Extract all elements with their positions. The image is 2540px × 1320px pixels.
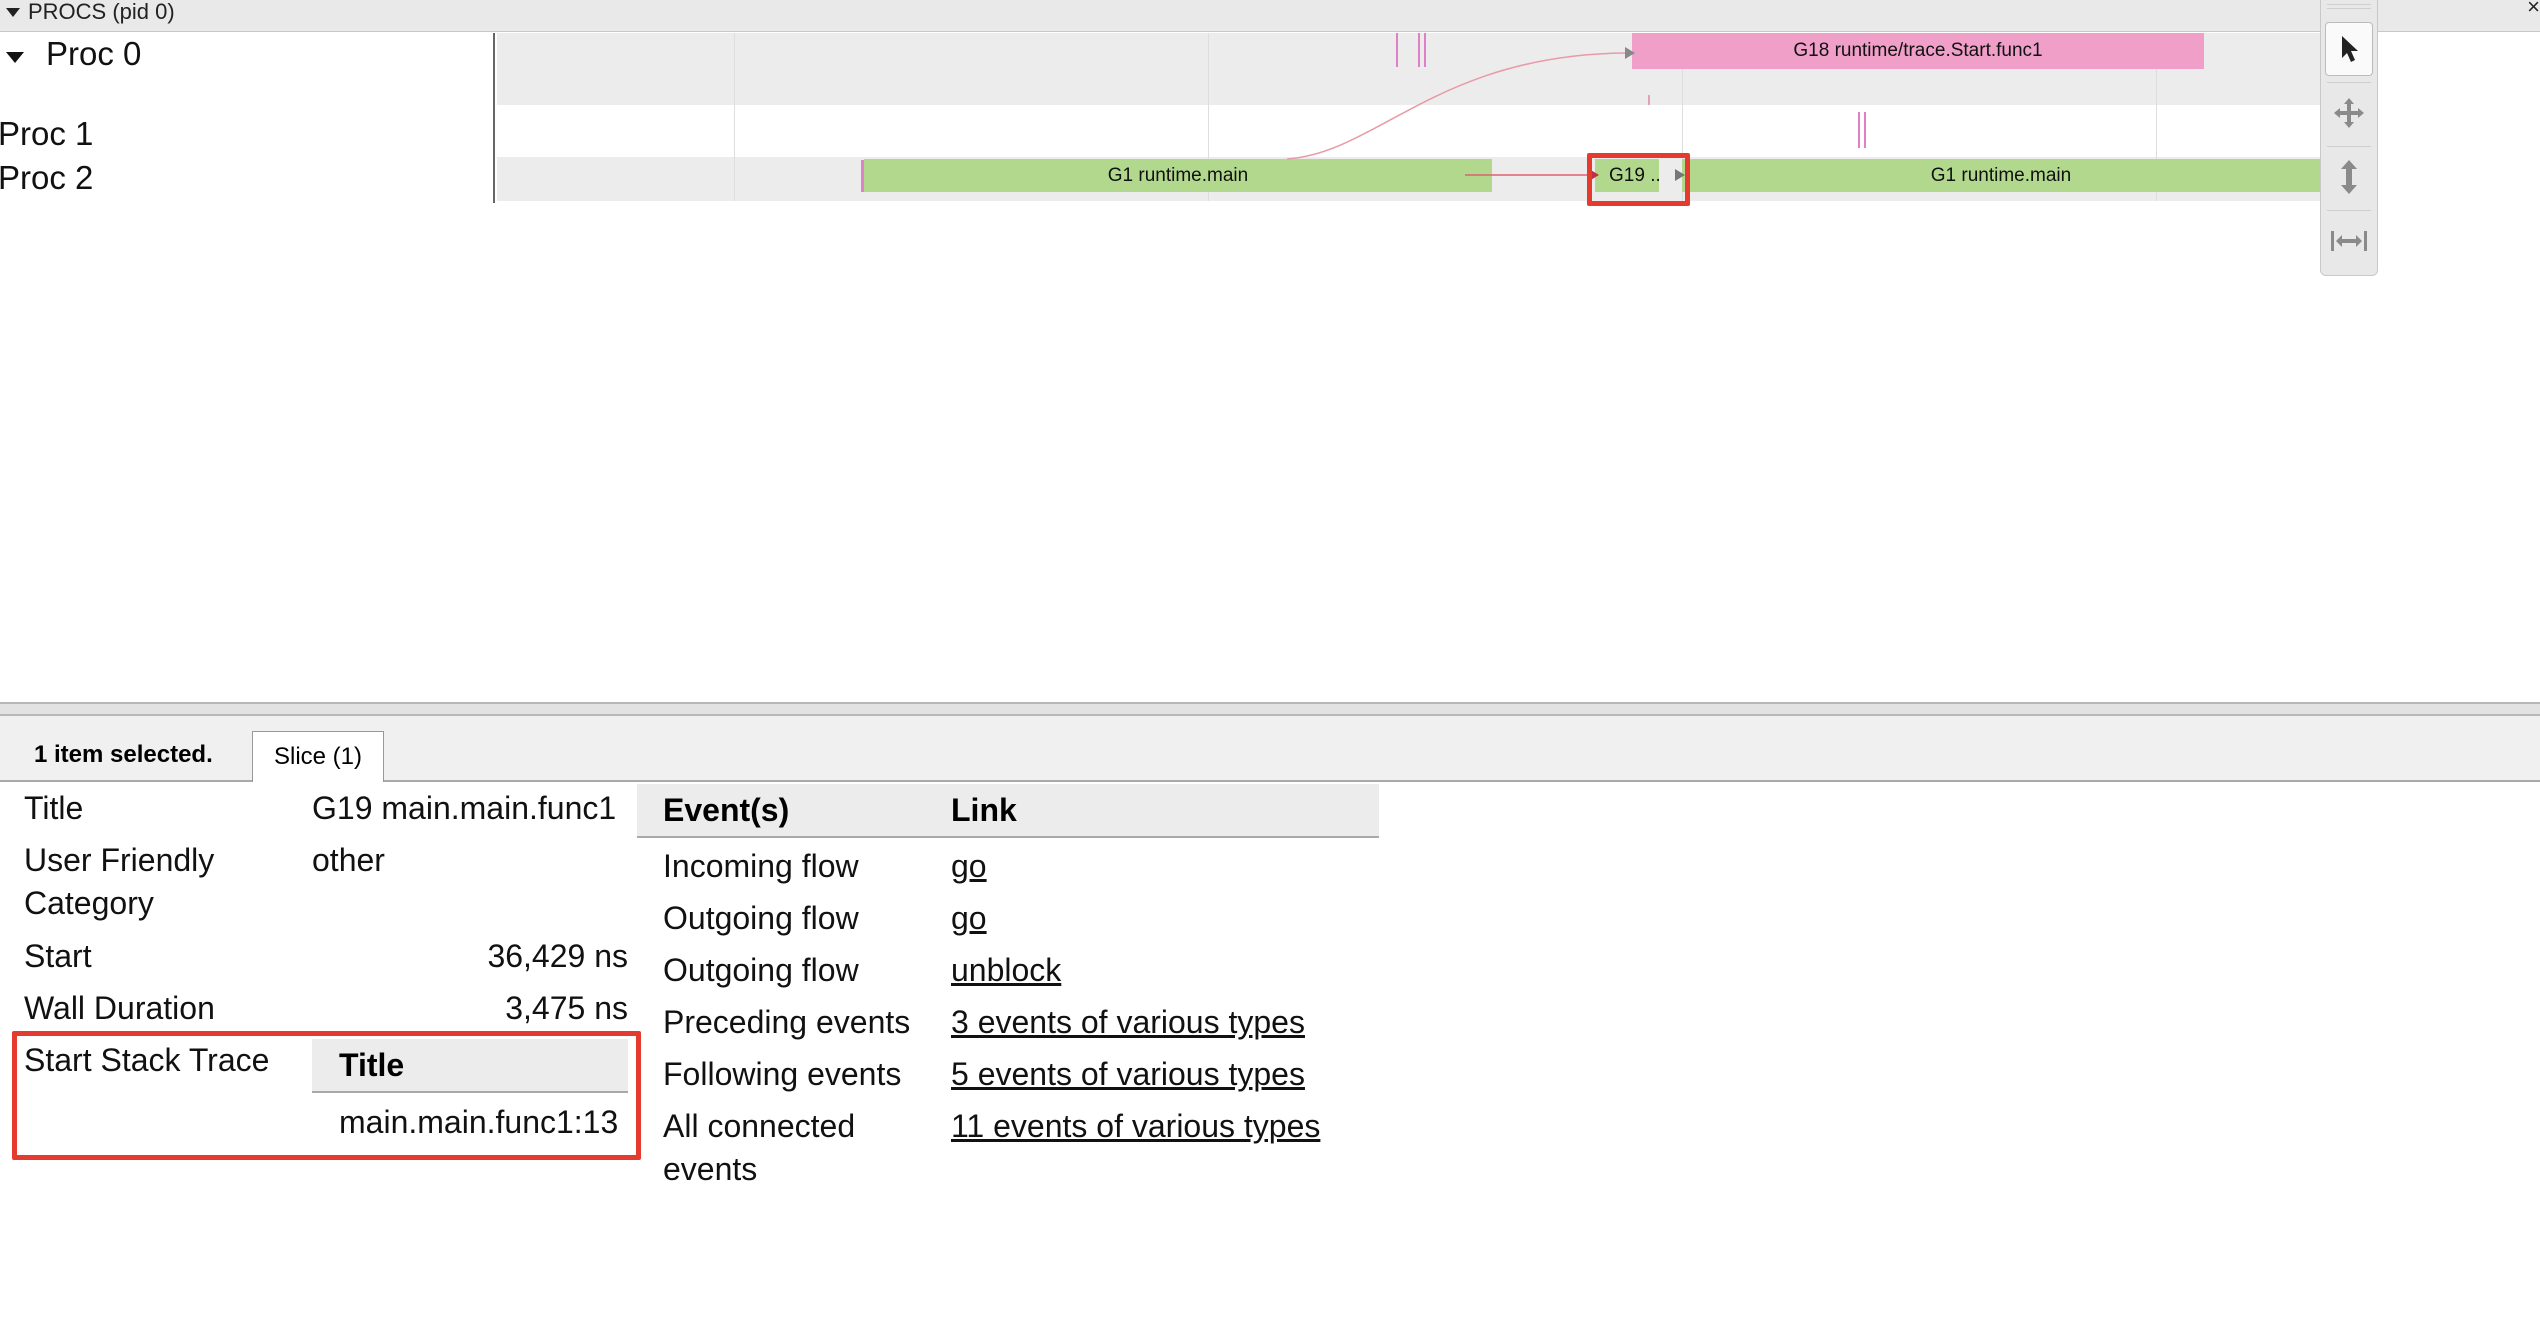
start-key: Start xyxy=(24,938,92,974)
palette-grip xyxy=(2327,4,2371,5)
process-header[interactable]: PROCS (pid 0) xyxy=(0,0,2540,32)
timing-icon xyxy=(2331,231,2367,251)
title-value: G19 main.main.func1 xyxy=(312,790,617,826)
start-value: 36,429 ns xyxy=(487,938,628,974)
highlight-box-stack-trace xyxy=(12,1031,641,1160)
tool-separator xyxy=(2327,146,2371,147)
flow-arrow-go xyxy=(1286,52,1626,160)
event-row-link[interactable]: 5 events of various types xyxy=(951,1056,1305,1093)
zoom-icon xyxy=(2341,160,2357,194)
pointer-tool-button[interactable] xyxy=(2325,22,2373,76)
track-label-proc0[interactable]: Proc 0 xyxy=(46,35,141,73)
event-row-label-line2: events xyxy=(663,1151,758,1187)
event-row-label: Preceding events xyxy=(663,1004,911,1040)
flow-arrows xyxy=(1286,47,1685,181)
track-label-proc2[interactable]: Proc 2 xyxy=(0,159,93,197)
user-friendly-category-key-line1: User Friendly xyxy=(24,842,215,878)
highlight-box-g19 xyxy=(1587,153,1690,206)
event-row-label: All connected xyxy=(663,1108,856,1144)
event-row-link[interactable]: go xyxy=(951,848,987,885)
palette-grip xyxy=(2327,8,2371,9)
flow-arrowhead xyxy=(1625,47,1635,59)
process-header-label: PROCS (pid 0) xyxy=(28,0,175,24)
panel-splitter[interactable] xyxy=(0,702,2540,716)
event-row-label: Outgoing flow xyxy=(663,900,859,936)
wall-duration-key: Wall Duration xyxy=(24,990,215,1026)
user-friendly-category-value: other xyxy=(312,842,385,878)
timing-tool-button[interactable] xyxy=(2325,214,2373,268)
zoom-tool-button[interactable] xyxy=(2325,150,2373,204)
tool-palette xyxy=(2320,0,2378,276)
events-table-header: Event(s) Link xyxy=(637,784,1379,838)
wall-duration-value: 3,475 ns xyxy=(505,990,628,1026)
collapse-arrow-icon[interactable] xyxy=(6,8,20,17)
event-row-link[interactable]: 3 events of various types xyxy=(951,1004,1305,1041)
event-row-link[interactable]: unblock xyxy=(951,952,1061,989)
event-row-link[interactable]: 11 events of various types xyxy=(951,1108,1320,1145)
pan-tool-button[interactable] xyxy=(2325,86,2373,140)
close-icon[interactable]: × xyxy=(2527,0,2540,20)
title-key: Title xyxy=(24,790,84,826)
proc0-collapse-arrow-icon[interactable] xyxy=(6,52,24,63)
user-friendly-category-key-line2: Category xyxy=(24,885,154,921)
event-row-label: Following events xyxy=(663,1056,902,1092)
events-column-event: Event(s) xyxy=(663,792,790,828)
pan-icon xyxy=(2334,98,2364,128)
selection-count: 1 item selected. xyxy=(34,741,213,768)
tool-separator xyxy=(2327,210,2371,211)
pointer-icon xyxy=(2342,36,2358,62)
tab-slice[interactable]: Slice (1) xyxy=(252,731,384,782)
tool-separator xyxy=(2327,82,2371,83)
track-label-proc1[interactable]: Proc 1 xyxy=(0,115,93,153)
event-row-label: Incoming flow xyxy=(663,848,859,884)
event-row-link[interactable]: go xyxy=(951,900,987,937)
event-row-label: Outgoing flow xyxy=(663,952,859,988)
events-column-link: Link xyxy=(951,792,1017,828)
